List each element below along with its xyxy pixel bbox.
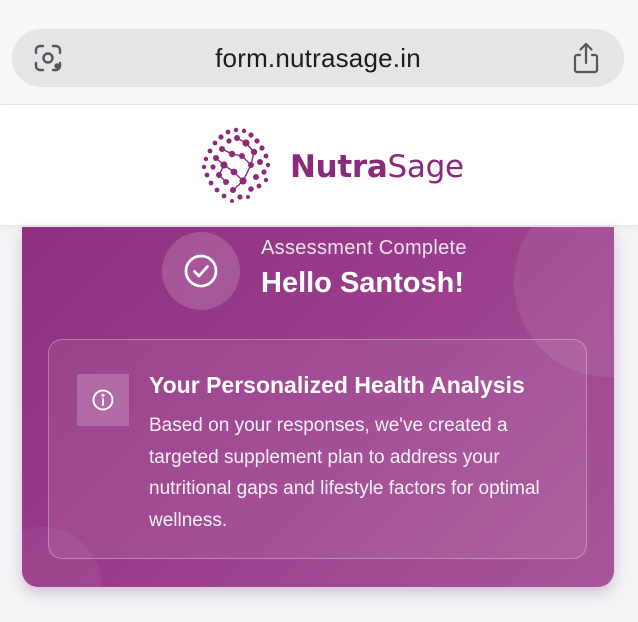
health-analysis-panel: Your Personalized Health Analysis Based … [48,339,587,559]
info-icon-box [77,374,129,426]
brand-name-bold: Nutra [290,149,388,185]
check-circle-icon [184,254,218,288]
site-header: NutraSage [0,105,638,226]
analysis-title: Your Personalized Health Analysis [149,372,525,398]
url-text[interactable]: form.nutrasage.in [12,43,624,74]
brand-name-regular: Sage [387,149,465,185]
analysis-description: Based on your responses, we've created a… [149,415,540,531]
info-icon [92,389,114,411]
status-bar [0,0,638,10]
brand-name[interactable]: NutraSage [290,149,464,185]
share-icon[interactable] [570,41,602,75]
check-badge [162,232,240,310]
browser-chrome: form.nutrasage.in [0,0,638,105]
molecule-dots-logo[interactable] [196,125,276,205]
address-bar[interactable]: form.nutrasage.in [12,29,624,87]
assessment-result-card: Assessment Complete Hello Santosh! Your … [22,227,614,587]
assessment-status: Assessment Complete [261,237,467,259]
greeting-heading: Hello Santosh! [261,267,465,299]
